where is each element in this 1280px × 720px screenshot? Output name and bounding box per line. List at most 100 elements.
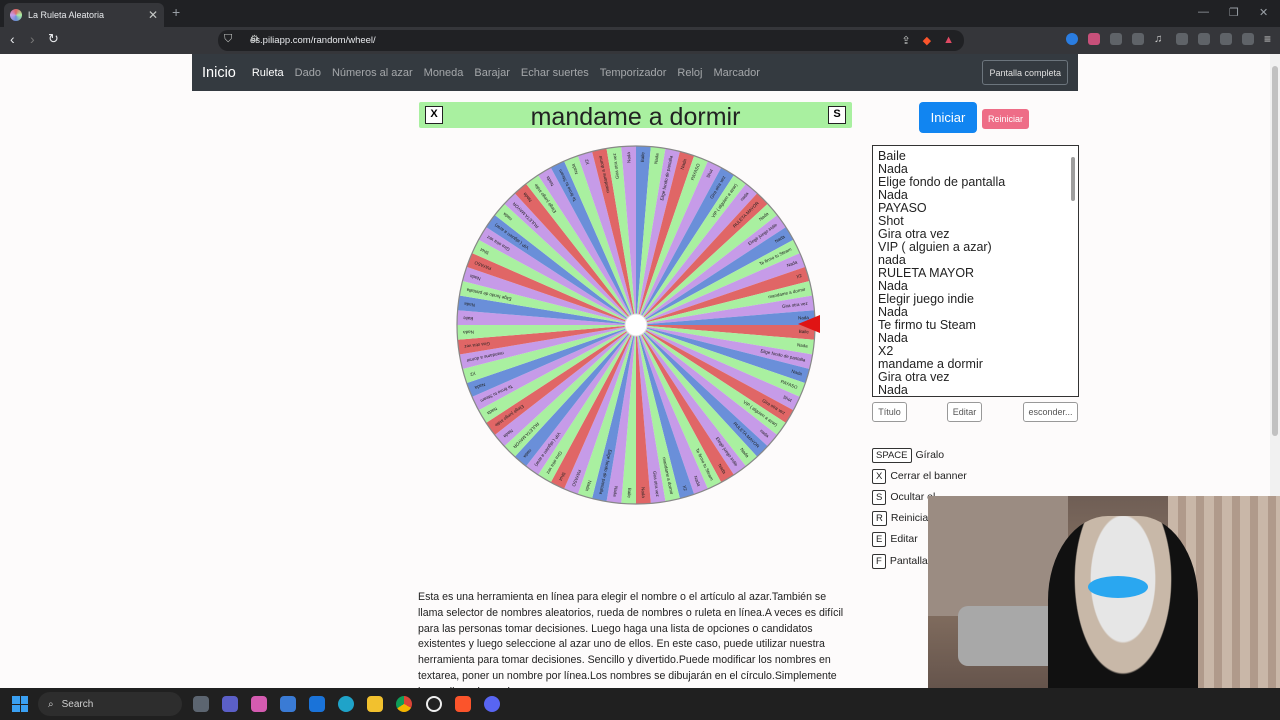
- description-text: Esta es una herramienta en línea para el…: [418, 591, 844, 688]
- reset-button[interactable]: Reiniciar: [982, 109, 1029, 129]
- chrome-icon[interactable]: [396, 696, 412, 712]
- wallet-icon[interactable]: [1198, 33, 1210, 45]
- webcam-background: [928, 496, 1068, 616]
- shortcut-label: Pantalla: [889, 555, 928, 567]
- file-explorer-icon[interactable]: [367, 696, 383, 712]
- names-textarea[interactable]: Baile Nada Elige fondo de pantalla Nada PAYA…: [872, 145, 1079, 397]
- wheel-segment-label: Nada: [641, 487, 646, 498]
- page-scroll-thumb[interactable]: [1272, 66, 1278, 436]
- wheel-graphic[interactable]: BaileNadaElige fondo de pantallaNadaPAYA…: [455, 144, 817, 506]
- fullscreen-button[interactable]: Pantalla completa: [982, 60, 1068, 85]
- wheel-pointer: [798, 315, 820, 333]
- shortcut-key: SPACE: [872, 447, 912, 463]
- brave-shield-icon[interactable]: ◆: [923, 34, 931, 47]
- nav-barajar[interactable]: Barajar: [474, 67, 509, 79]
- extension-icon[interactable]: [1132, 33, 1144, 45]
- reload-icon[interactable]: ↻: [48, 31, 59, 47]
- shortcut-label: Cerrar el banner: [890, 470, 967, 482]
- close-tab-icon[interactable]: ✕: [148, 8, 158, 22]
- site-info-icon[interactable]: ⚙: [250, 34, 259, 45]
- music-icon[interactable]: ♫: [1154, 33, 1166, 45]
- taskbar-search[interactable]: ⌕ Search: [38, 692, 182, 716]
- shortcut-key: F: [872, 553, 886, 569]
- name-line: Gira otra vez: [878, 370, 950, 384]
- nav-ruleta[interactable]: Ruleta: [252, 67, 284, 79]
- store-icon[interactable]: [280, 696, 296, 712]
- back-icon[interactable]: ‹: [10, 31, 15, 47]
- address-bar[interactable]: ⛉ ⚙ es.piliapp.com/random/wheel/ ⇪ ◆ ▲: [218, 30, 964, 51]
- shortcut-spin: SPACE Gíralo: [872, 447, 944, 463]
- wheel-segment-label: Nada: [626, 152, 631, 163]
- nav-moneda[interactable]: Moneda: [424, 67, 464, 79]
- brave-icon[interactable]: [455, 696, 471, 712]
- nav-temporizador[interactable]: Temporizador: [600, 67, 667, 79]
- edge-icon[interactable]: [338, 696, 354, 712]
- shortcut-label: Editar: [890, 533, 918, 545]
- menu-icon[interactable]: ≡: [1264, 33, 1276, 45]
- teams-icon[interactable]: [222, 696, 238, 712]
- wheel-hub[interactable]: [624, 313, 648, 337]
- puzzle-icon[interactable]: [1110, 33, 1122, 45]
- hide-button[interactable]: esconder...: [1023, 402, 1078, 422]
- textarea-scrollbar[interactable]: [1069, 147, 1077, 396]
- vpn-icon[interactable]: [1242, 33, 1254, 45]
- brave-rewards-icon[interactable]: ▲: [943, 34, 954, 47]
- discord-icon[interactable]: [484, 696, 500, 712]
- share-icon[interactable]: ⇪: [901, 34, 910, 47]
- close-window-icon[interactable]: ✕: [1259, 6, 1268, 19]
- name-line: Baile: [878, 149, 906, 163]
- copilot-icon[interactable]: [251, 696, 267, 712]
- wheel-segment-label: Baile: [463, 316, 474, 321]
- name-line: VIP ( alguien a azar): [878, 240, 992, 254]
- close-banner-button[interactable]: X: [425, 106, 443, 124]
- name-line: Te firmo tu Steam: [878, 318, 976, 332]
- name-line: Elegir juego indie: [878, 292, 974, 306]
- leo-icon[interactable]: [1220, 33, 1232, 45]
- nav-echar-suertes[interactable]: Echar suertes: [521, 67, 589, 79]
- wheel-segment-label: Baile: [640, 152, 645, 163]
- shortcut-key: S: [872, 489, 887, 505]
- wheel-segment-label: Baile: [627, 488, 632, 499]
- shortcut-fullscreen: F Pantalla: [872, 553, 928, 569]
- edit-button[interactable]: Editar: [947, 402, 982, 422]
- browser-tab[interactable]: La Ruleta Aleatoria ✕: [4, 3, 164, 27]
- nav-dado[interactable]: Dado: [295, 67, 321, 79]
- maximize-icon[interactable]: ❐: [1229, 6, 1239, 19]
- search-icon: ⌕: [48, 698, 54, 710]
- webcam-overlay: [928, 496, 1280, 720]
- search-label: Search: [61, 698, 94, 710]
- shortcut-key: X: [872, 468, 887, 484]
- shortcut-key: R: [872, 510, 887, 526]
- names-list: Baile Nada Elige fondo de pantalla Nada PAYA…: [878, 150, 1078, 397]
- windows-start-icon[interactable]: [12, 696, 28, 712]
- webcam-sunglasses: [1088, 576, 1148, 598]
- forward-icon[interactable]: ›: [30, 31, 35, 47]
- shortcut-label: Reiniciar: [890, 512, 932, 524]
- shortcut-label: Gíralo: [915, 449, 945, 461]
- hide-banner-button[interactable]: S: [828, 106, 846, 124]
- wheel[interactable]: Baile Nada Elige fondo de pantalla Nada PAYA…: [455, 144, 817, 506]
- sidebar-icon[interactable]: [1176, 33, 1188, 45]
- minimize-icon[interactable]: —: [1198, 6, 1209, 18]
- bookmark-icon[interactable]: ⛉: [224, 33, 232, 46]
- textarea-scroll-thumb[interactable]: [1071, 157, 1075, 201]
- browser-tabbar: La Ruleta Aleatoria ✕ + — ❐ ✕: [0, 0, 1280, 27]
- url-text: es.piliapp.com/random/wheel/: [250, 35, 376, 46]
- start-button[interactable]: Iniciar: [919, 102, 977, 133]
- shortcut-key: E: [872, 531, 887, 547]
- brand-link[interactable]: Inicio: [202, 65, 236, 81]
- extension-icon[interactable]: [1066, 33, 1078, 45]
- title-button[interactable]: Título: [872, 402, 907, 422]
- nav-reloj[interactable]: Reloj: [677, 67, 702, 79]
- nav-numeros[interactable]: Números al azar: [332, 67, 413, 79]
- extension-icon[interactable]: [1088, 33, 1100, 45]
- browser-toolbar: ‹ › ↻ ⛉ ⚙ es.piliapp.com/random/wheel/ ⇪…: [0, 27, 1280, 54]
- task-view-icon[interactable]: [193, 696, 209, 712]
- tab-title: La Ruleta Aleatoria: [28, 10, 105, 20]
- extension-icons: ♫ ≡: [1066, 33, 1276, 45]
- obs-icon[interactable]: [426, 696, 442, 712]
- outlook-icon[interactable]: [309, 696, 325, 712]
- new-tab-icon[interactable]: +: [172, 4, 180, 20]
- name-line: Nada: [878, 383, 908, 397]
- nav-marcador[interactable]: Marcador: [713, 67, 759, 79]
